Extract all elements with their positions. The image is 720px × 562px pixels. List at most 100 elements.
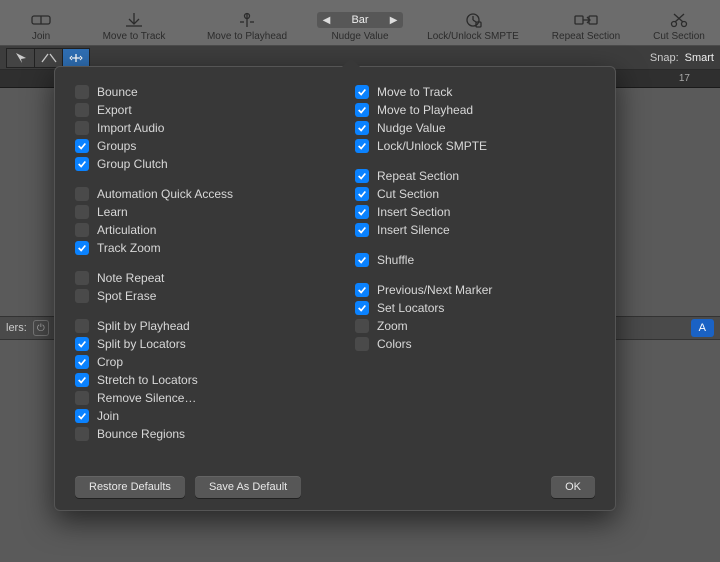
option-checkbox[interactable]: Zoom xyxy=(355,317,595,335)
save-as-default-button[interactable]: Save As Default xyxy=(195,476,301,498)
option-checkbox[interactable]: Lock/Unlock SMPTE xyxy=(355,137,595,155)
checkbox-label: Move to Playhead xyxy=(377,103,473,117)
checkbox-label: Split by Locators xyxy=(97,337,186,351)
edit-tool-group xyxy=(6,48,90,68)
toolbar-label: Lock/Unlock SMPTE xyxy=(427,31,519,42)
toolbar-move-to-playhead[interactable]: Move to Playhead xyxy=(192,11,302,42)
checkbox-label: Articulation xyxy=(97,223,156,237)
option-checkbox[interactable]: Groups xyxy=(75,137,315,155)
checkbox-label: Split by Playhead xyxy=(97,319,190,333)
repeat-section-icon xyxy=(573,11,599,29)
option-checkbox[interactable]: Move to Track xyxy=(355,83,595,101)
option-checkbox[interactable]: Previous/Next Marker xyxy=(355,281,595,299)
checkbox-label: Remove Silence… xyxy=(97,391,196,405)
option-checkbox[interactable]: Remove Silence… xyxy=(75,389,315,407)
tool-crossfade[interactable] xyxy=(34,48,62,68)
checkbox-label: Group Clutch xyxy=(97,157,168,171)
toolbar-cut-section[interactable]: Cut Section xyxy=(644,11,714,42)
checkbox-label: Crop xyxy=(97,355,123,369)
option-checkbox[interactable]: Bounce Regions xyxy=(75,425,315,443)
checkbox-box xyxy=(75,187,89,201)
checkbox-label: Shuffle xyxy=(377,253,414,267)
snap-value: Smart xyxy=(685,52,714,64)
checkbox-label: Groups xyxy=(97,139,136,153)
checkbox-box xyxy=(355,121,369,135)
option-checkbox[interactable]: Nudge Value xyxy=(355,119,595,137)
option-checkbox[interactable]: Note Repeat xyxy=(75,269,315,287)
popover-arrow xyxy=(341,58,361,68)
option-checkbox[interactable]: Repeat Section xyxy=(355,167,595,185)
checkbox-label: Automation Quick Access xyxy=(97,187,233,201)
option-checkbox[interactable]: Automation Quick Access xyxy=(75,185,315,203)
option-checkbox[interactable]: Shuffle xyxy=(355,251,595,269)
stepper-next[interactable]: ▶ xyxy=(387,13,401,27)
checkbox-box xyxy=(75,271,89,285)
option-checkbox[interactable]: Insert Section xyxy=(355,203,595,221)
toolbar-join[interactable]: Join xyxy=(6,11,76,42)
move-to-track-icon xyxy=(123,11,145,29)
ok-button[interactable]: OK xyxy=(551,476,595,498)
checkbox-label: Move to Track xyxy=(377,85,452,99)
option-checkbox[interactable]: Move to Playhead xyxy=(355,101,595,119)
checkbox-label: Insert Section xyxy=(377,205,450,219)
option-checkbox[interactable]: Insert Silence xyxy=(355,221,595,239)
row-label-suffix: lers: xyxy=(6,322,27,334)
checkbox-label: Import Audio xyxy=(97,121,164,135)
checkbox-box xyxy=(355,187,369,201)
checkbox-label: Spot Erase xyxy=(97,289,156,303)
toolbar-label: Repeat Section xyxy=(552,31,620,42)
option-checkbox[interactable]: Cut Section xyxy=(355,185,595,203)
tool-pointer[interactable] xyxy=(6,48,34,68)
snap-label: Snap: xyxy=(650,52,679,64)
group-separator xyxy=(355,155,595,167)
restore-defaults-button[interactable]: Restore Defaults xyxy=(75,476,185,498)
toolbar-label: Join xyxy=(32,31,50,42)
main-toolbar: Join Move to Track Move to Playhead ◀ Ba… xyxy=(0,0,720,46)
toolbar-label: Move to Playhead xyxy=(207,31,287,42)
toolbar-nudge-value[interactable]: ◀ Bar ▶ Nudge Value xyxy=(305,11,415,42)
checkbox-box xyxy=(75,355,89,369)
option-checkbox[interactable]: Track Zoom xyxy=(75,239,315,257)
option-checkbox[interactable]: Export xyxy=(75,101,315,119)
join-icon xyxy=(30,11,52,29)
option-checkbox[interactable]: Articulation xyxy=(75,221,315,239)
tool-customize[interactable] xyxy=(62,48,90,68)
checkbox-box xyxy=(75,373,89,387)
option-checkbox[interactable]: Bounce xyxy=(75,83,315,101)
checkbox-box xyxy=(75,289,89,303)
checkbox-box xyxy=(75,241,89,255)
option-checkbox[interactable]: Split by Playhead xyxy=(75,317,315,335)
option-checkbox[interactable]: Colors xyxy=(355,335,595,353)
power-icon[interactable]: ⏻ xyxy=(33,320,49,336)
stepper-prev[interactable]: ◀ xyxy=(319,13,333,27)
checkbox-label: Lock/Unlock SMPTE xyxy=(377,139,487,153)
stepper-value: Bar xyxy=(335,14,384,26)
checkbox-box xyxy=(355,301,369,315)
option-checkbox[interactable]: Stretch to Locators xyxy=(75,371,315,389)
option-checkbox[interactable]: Crop xyxy=(75,353,315,371)
option-checkbox[interactable]: Join xyxy=(75,407,315,425)
toolbar-lock-smpte[interactable]: Lock/Unlock SMPTE xyxy=(418,11,528,42)
checkbox-box xyxy=(355,253,369,267)
automation-A-button[interactable]: A xyxy=(691,319,714,337)
nudge-value-stepper[interactable]: ◀ Bar ▶ xyxy=(317,11,402,29)
option-checkbox[interactable]: Group Clutch xyxy=(75,155,315,173)
toolbar-repeat-section[interactable]: Repeat Section xyxy=(531,11,641,42)
checkbox-box xyxy=(355,139,369,153)
option-checkbox[interactable]: Import Audio xyxy=(75,119,315,137)
group-separator xyxy=(75,173,315,185)
checkbox-box xyxy=(75,337,89,351)
option-checkbox[interactable]: Spot Erase xyxy=(75,287,315,305)
snap-control[interactable]: Snap: Smart xyxy=(650,52,714,64)
option-checkbox[interactable]: Set Locators xyxy=(355,299,595,317)
checkbox-label: Nudge Value xyxy=(377,121,446,135)
checkbox-box xyxy=(75,103,89,117)
checkbox-box xyxy=(75,157,89,171)
checkbox-label: Bounce xyxy=(97,85,138,99)
toolbar-label: Move to Track xyxy=(103,31,166,42)
checkbox-box xyxy=(355,337,369,351)
option-checkbox[interactable]: Split by Locators xyxy=(75,335,315,353)
option-checkbox[interactable]: Learn xyxy=(75,203,315,221)
toolbar-move-to-track[interactable]: Move to Track xyxy=(79,11,189,42)
options-column-right: Move to Track Move to Playhead Nudge Value… xyxy=(355,83,595,461)
